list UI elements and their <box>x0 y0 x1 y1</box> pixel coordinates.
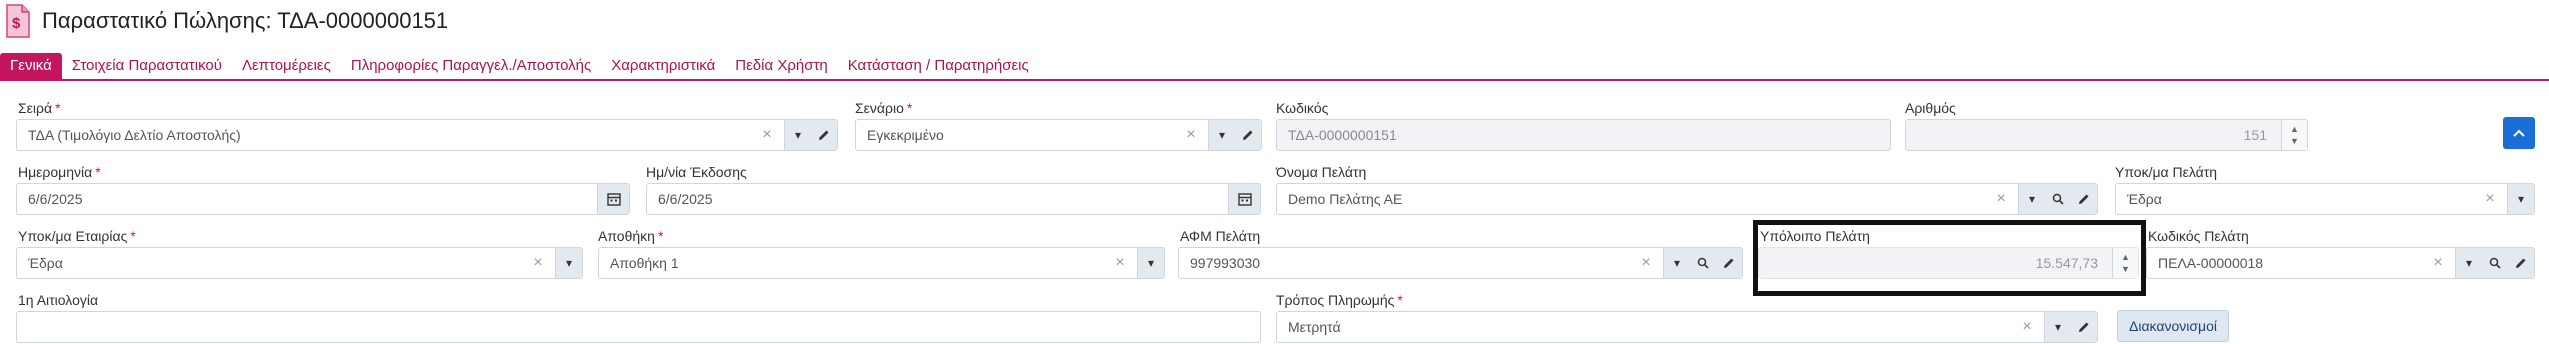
clear-icon[interactable]: × <box>2480 184 2500 214</box>
series-label: Σειρά * <box>18 100 61 116</box>
number-value: 151 <box>2243 127 2267 143</box>
invoice-document-icon: $ <box>6 4 30 38</box>
chevron-down-icon[interactable]: ▾ <box>1664 248 1690 278</box>
company-branch-value: Έδρα <box>28 255 63 271</box>
issue-date-label: Ημ/νία Έκδοσης <box>646 164 747 180</box>
scenario-label: Σενάριο * <box>855 100 913 116</box>
settlements-button[interactable]: Διακανονισμοί <box>2117 310 2229 342</box>
date-label: Ημερομηνία * <box>18 164 101 180</box>
customer-name-value: Demo Πελάτης ΑΕ <box>1288 191 1403 207</box>
customer-code-select[interactable]: ΠΕΛΑ-00000018 × ▾ <box>2146 247 2535 279</box>
chevron-down-icon[interactable]: ▾ <box>2045 312 2071 342</box>
company-branch-toolbar: ▾ <box>555 248 582 278</box>
tab-bar: Γενικά Στοιχεία Παραστατικού Λεπτομέρειε… <box>0 53 2549 81</box>
issue-date-field[interactable]: 6/6/2025 <box>646 183 1261 215</box>
scenario-toolbar: ▾ <box>1208 120 1261 150</box>
collapse-header-button[interactable] <box>2503 117 2535 149</box>
chevron-down-icon[interactable]: ▾ <box>556 248 582 278</box>
tab-details[interactable]: Λεπτομέρειες <box>232 53 341 79</box>
edit-pencil-icon[interactable] <box>2071 184 2097 214</box>
clear-icon[interactable]: × <box>1991 184 2011 214</box>
customer-code-toolbar: ▾ <box>2455 248 2534 278</box>
clear-icon[interactable]: × <box>528 248 548 278</box>
tab-order-shipping-info[interactable]: Πληροφορίες Παραγγελ./Αποστολής <box>341 53 601 79</box>
number-label: Αριθμός <box>1905 100 1956 116</box>
clear-icon[interactable]: × <box>1636 248 1656 278</box>
clear-icon[interactable]: × <box>1110 248 1130 278</box>
spin-up-icon[interactable]: ▲ <box>2290 123 2299 135</box>
date-value: 6/6/2025 <box>28 191 83 207</box>
issue-date-value: 6/6/2025 <box>658 191 713 207</box>
tab-status-notes[interactable]: Κατάσταση / Παρατηρήσεις <box>838 53 1039 79</box>
chevron-down-icon[interactable]: ▾ <box>785 120 811 150</box>
number-field: 151 ▲ ▼ <box>1905 119 2308 151</box>
dollar-sign-glyph: $ <box>12 15 21 32</box>
tab-characteristics[interactable]: Χαρακτηριστικά <box>601 53 725 79</box>
code-field: ΤΔΑ-0000000151 <box>1276 119 1891 151</box>
customer-name-label: Όνομα Πελάτη <box>1276 164 1367 180</box>
date-field[interactable]: 6/6/2025 <box>16 183 630 215</box>
warehouse-label: Αποθήκη * <box>598 228 664 244</box>
series-select[interactable]: ΤΔΑ (Τιμολόγιο Δελτίο Αποστολής) × ▾ <box>16 119 838 151</box>
payment-method-select[interactable]: Μετρητά × ▾ <box>1276 311 2098 343</box>
edit-pencil-icon[interactable] <box>1235 120 1261 150</box>
payment-toolbar: ▾ <box>2044 312 2097 342</box>
customer-name-select[interactable]: Demo Πελάτης ΑΕ × ▾ <box>1276 183 2098 215</box>
scenario-value: Εγκεκριμένο <box>867 127 944 143</box>
calendar-icon[interactable] <box>1228 184 1260 214</box>
app-header: $ Παραστατικό Πώλησης: ΤΔΑ-0000000151 <box>0 0 2549 48</box>
payment-value: Μετρητά <box>1288 319 1341 335</box>
payment-label: Τρόπος Πληρωμής * <box>1276 292 1403 308</box>
edit-pencil-icon[interactable] <box>811 120 837 150</box>
edit-pencil-icon[interactable] <box>2071 312 2097 342</box>
code-value: ΤΔΑ-0000000151 <box>1288 127 1397 143</box>
calendar-icon[interactable] <box>597 184 629 214</box>
reason-input[interactable] <box>16 311 1261 343</box>
number-spinner[interactable]: ▲ ▼ <box>2281 120 2307 150</box>
reason-label: 1η Αιτιολογία <box>18 292 99 308</box>
search-icon[interactable] <box>1690 248 1716 278</box>
scenario-select[interactable]: Εγκεκριμένο × ▾ <box>855 119 1262 151</box>
customer-code-value: ΠΕΛΑ-00000018 <box>2158 255 2264 271</box>
chevron-down-icon[interactable]: ▾ <box>1209 120 1235 150</box>
customer-branch-label: Υποκ/μα Πελάτη <box>2115 164 2218 180</box>
chevron-down-icon[interactable]: ▾ <box>2456 248 2482 278</box>
series-toolbar: ▾ <box>784 120 837 150</box>
warehouse-select[interactable]: Αποθήκη 1 × ▾ <box>598 247 1165 279</box>
series-value: ΤΔΑ (Τιμολόγιο Δελτίο Αποστολής) <box>28 127 241 143</box>
chevron-down-icon[interactable]: ▾ <box>1138 248 1164 278</box>
clear-icon[interactable]: × <box>2428 248 2448 278</box>
chevron-down-icon[interactable]: ▾ <box>2019 184 2045 214</box>
edit-pencil-icon[interactable] <box>1716 248 1742 278</box>
clear-icon[interactable]: × <box>757 120 777 150</box>
tab-user-fields[interactable]: Πεδία Χρήστη <box>725 53 837 79</box>
clear-icon[interactable]: × <box>2017 312 2037 342</box>
warehouse-toolbar: ▾ <box>1137 248 1164 278</box>
spin-down-icon[interactable]: ▼ <box>2290 135 2299 147</box>
vat-toolbar: ▾ <box>1663 248 1742 278</box>
chevron-up-icon <box>2513 129 2525 137</box>
code-label: Κωδικός <box>1276 100 1329 116</box>
tab-general[interactable]: Γενικά <box>0 53 62 79</box>
customer-name-toolbar: ▾ <box>2018 184 2097 214</box>
page-title: Παραστατικό Πώλησης: ΤΔΑ-0000000151 <box>42 8 449 33</box>
company-branch-select[interactable]: Έδρα × ▾ <box>16 247 583 279</box>
vat-select[interactable]: 997993030 × ▾ <box>1178 247 1743 279</box>
tab-document-details[interactable]: Στοιχεία Παραστατικού <box>62 53 232 79</box>
vat-label: ΑΦΜ Πελάτη <box>1180 228 1261 244</box>
focus-highlight-box <box>1753 220 2146 296</box>
edit-pencil-icon[interactable] <box>2508 248 2534 278</box>
company-branch-label: Υποκ/μα Εταιρίας * <box>18 228 136 244</box>
customer-code-label: Κωδικός Πελάτη <box>2148 228 2249 244</box>
customer-branch-toolbar: ▾ <box>2507 184 2534 214</box>
search-icon[interactable] <box>2482 248 2508 278</box>
warehouse-value: Αποθήκη 1 <box>610 255 679 271</box>
chevron-down-icon[interactable]: ▾ <box>2508 184 2534 214</box>
clear-icon[interactable]: × <box>1181 120 1201 150</box>
vat-value: 997993030 <box>1190 255 1261 271</box>
customer-branch-value: Έδρα <box>2127 191 2162 207</box>
search-icon[interactable] <box>2045 184 2071 214</box>
customer-branch-select[interactable]: Έδρα × ▾ <box>2115 183 2535 215</box>
